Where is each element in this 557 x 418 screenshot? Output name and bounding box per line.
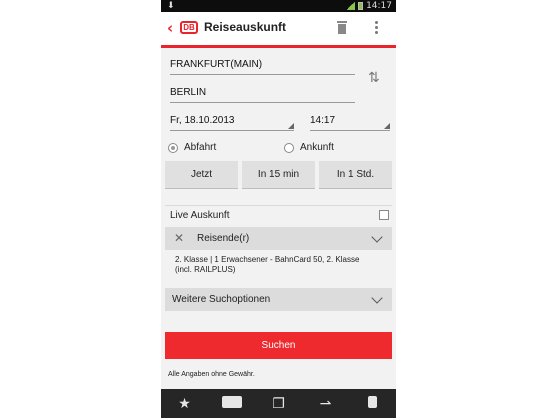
date-picker[interactable]: Fr, 18.10.2013 xyxy=(170,115,294,131)
star-icon[interactable]: ★ xyxy=(175,396,195,412)
departure-radio[interactable]: Abfahrt xyxy=(168,142,216,153)
from-station-value: FRANKFURT(MAIN) xyxy=(170,59,263,70)
divider xyxy=(165,205,392,206)
train-icon[interactable] xyxy=(221,395,242,412)
status-time: 14:17 xyxy=(366,1,392,11)
battery-icon xyxy=(358,2,364,10)
car-icon[interactable]: ⇀ xyxy=(316,396,336,412)
ticket-icon[interactable]: ❐ xyxy=(269,396,289,412)
phone-screen: ⬇ 14:17 ‹ DB Reiseauskunft FRANKFURT(MAI… xyxy=(161,0,396,418)
time-picker[interactable]: 14:17 xyxy=(310,115,390,131)
trash-icon[interactable] xyxy=(337,21,347,34)
status-icons: 14:17 xyxy=(346,0,392,12)
to-station-value: BERLIN xyxy=(170,87,207,98)
bottom-nav: ★ ❐ ⇀ xyxy=(161,389,396,418)
arrival-label: Ankunft xyxy=(300,142,334,153)
download-icon: ⬇ xyxy=(167,1,175,11)
radio-selected-icon xyxy=(168,142,178,153)
time-value: 14:17 xyxy=(310,115,336,126)
live-info-checkbox[interactable] xyxy=(379,210,389,220)
travellers-label: Reisende(r) xyxy=(197,233,250,244)
traveller-details: 2. Klasse | 1 Erwachsener - BahnCard 50,… xyxy=(175,255,360,274)
swap-stations-icon[interactable]: ⇅ xyxy=(368,70,380,86)
in-15-min-button[interactable]: In 15 min xyxy=(242,161,315,188)
live-info-label: Live Auskunft xyxy=(170,210,230,221)
clear-icon[interactable]: ✕ xyxy=(174,231,184,245)
document-icon[interactable] xyxy=(363,395,383,412)
arrival-radio[interactable]: Ankunft xyxy=(284,142,334,153)
signal-icon xyxy=(346,2,356,10)
disclaimer-text: Alle Angaben ohne Gewähr. xyxy=(168,371,255,378)
more-options-label: Weitere Suchoptionen xyxy=(172,294,271,305)
departure-label: Abfahrt xyxy=(184,142,217,153)
back-icon[interactable]: ‹ xyxy=(167,20,173,36)
chevron-down-icon xyxy=(371,292,383,304)
date-value: Fr, 18.10.2013 xyxy=(170,115,235,126)
db-logo[interactable]: DB xyxy=(180,21,198,34)
page-title: Reiseauskunft xyxy=(204,20,287,34)
more-options-panel[interactable]: Weitere Suchoptionen xyxy=(165,288,392,311)
overflow-menu-icon[interactable] xyxy=(375,21,379,36)
status-bar: ⬇ 14:17 xyxy=(161,0,396,12)
action-bar: ‹ DB Reiseauskunft xyxy=(161,12,396,48)
search-button[interactable]: Suchen xyxy=(165,332,392,359)
dropdown-corner-icon xyxy=(384,123,390,129)
now-button[interactable]: Jetzt xyxy=(165,161,238,188)
radio-unselected-icon xyxy=(284,142,294,153)
from-station-input[interactable]: FRANKFURT(MAIN) xyxy=(170,59,355,75)
in-1-hour-button[interactable]: In 1 Std. xyxy=(319,161,392,188)
chevron-down-icon xyxy=(371,231,383,243)
travellers-panel[interactable]: ✕ Reisende(r) xyxy=(165,227,392,250)
to-station-input[interactable]: BERLIN xyxy=(170,87,355,103)
dropdown-corner-icon xyxy=(288,123,294,129)
